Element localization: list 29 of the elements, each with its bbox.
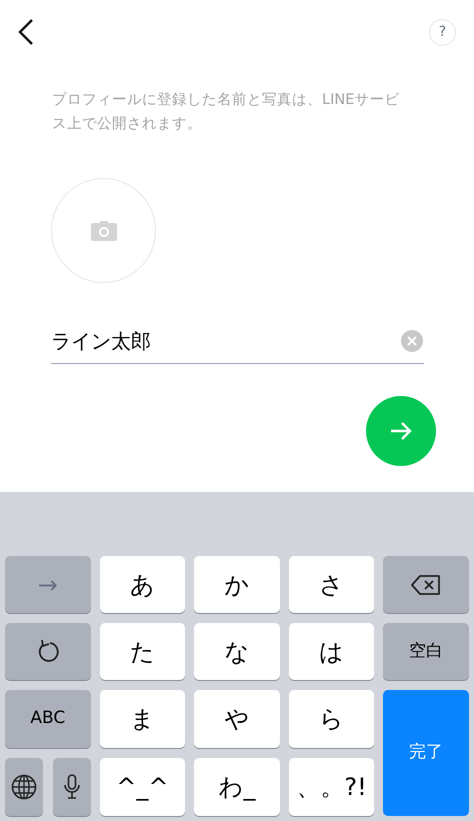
key[interactable]: わ_	[194, 758, 280, 816]
delete-icon	[411, 574, 442, 594]
key[interactable]: ら	[288, 690, 374, 748]
arrow-right-icon	[390, 421, 412, 441]
microphone-icon	[64, 774, 80, 800]
name-field[interactable]: ライン太郎	[51, 318, 424, 364]
camera-icon	[90, 220, 116, 240]
key[interactable]: 空白	[383, 623, 469, 680]
key[interactable]: あ	[100, 556, 186, 613]
globe-key[interactable]	[5, 758, 43, 816]
key[interactable]: 、。?!	[288, 758, 374, 816]
key[interactable]: ABC	[5, 690, 91, 748]
description-text: プロフィールに登録した名前と写真は、LINEサービス上で公開されます。	[52, 90, 400, 134]
name-value: ライン太郎	[51, 328, 151, 354]
globe-icon	[10, 774, 37, 800]
help-button[interactable]: ?	[429, 19, 456, 46]
key[interactable]: ^_^	[100, 758, 186, 816]
key[interactable]: さ	[288, 556, 374, 613]
delete-key[interactable]	[383, 556, 469, 613]
key[interactable]: た	[100, 623, 186, 680]
microphone-key[interactable]	[52, 758, 91, 816]
undo-key[interactable]	[5, 623, 91, 680]
key[interactable]: や	[194, 690, 280, 748]
key[interactable]: な	[194, 623, 280, 680]
done-key[interactable]: 完了	[383, 690, 469, 816]
back-icon[interactable]	[16, 18, 36, 46]
key[interactable]: ま	[100, 690, 186, 748]
key[interactable]: は	[288, 623, 374, 680]
key[interactable]: か	[194, 556, 280, 613]
